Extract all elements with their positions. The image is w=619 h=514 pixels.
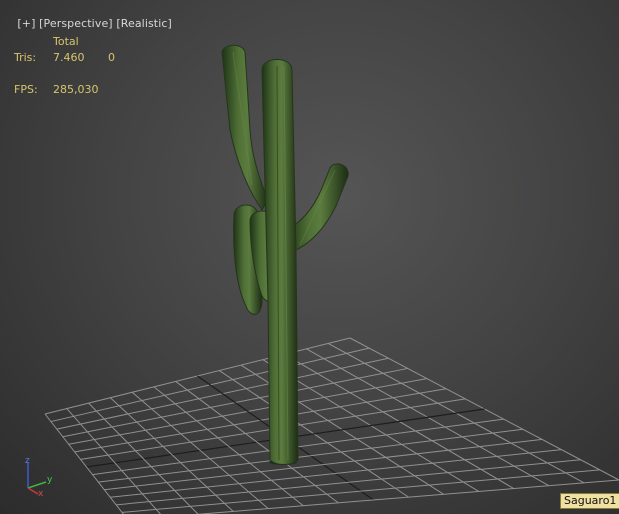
- axis-x-label: x: [38, 489, 44, 498]
- object-name-tag: Saguaro1: [560, 493, 619, 509]
- home-grid: [44, 337, 619, 514]
- grid-line: [116, 459, 581, 506]
- stats-tris-selected: 0: [108, 51, 115, 64]
- viewport-label-menu: [+] [Perspective] [Realistic]: [3, 4, 172, 43]
- stats-fps-value: 285,030: [53, 83, 99, 96]
- grid-line: [122, 469, 600, 513]
- stats-total-header: Total: [53, 35, 79, 48]
- grid-line: [66, 408, 161, 514]
- viewport-shading-menu[interactable]: [Realistic]: [116, 17, 172, 30]
- axis-tripod-icon: z y x: [25, 456, 53, 498]
- axis-y-label: y: [47, 475, 53, 485]
- viewport-general-menu[interactable]: [+]: [17, 17, 35, 30]
- stats-fps-label: FPS:: [14, 83, 38, 96]
- perspective-viewport[interactable]: [+] [Perspective] [Realistic] Total Tris…: [0, 0, 619, 514]
- grid-line: [88, 402, 199, 514]
- viewport-point-of-view-menu[interactable]: [Perspective]: [39, 17, 113, 30]
- saguaro-cactus[interactable]: [221, 44, 349, 465]
- stats-tris-label: Tris:: [14, 51, 37, 64]
- stats-tris-total: 7.460: [53, 51, 85, 64]
- viewport-scene[interactable]: [0, 0, 619, 514]
- axis-z-label: z: [25, 456, 30, 466]
